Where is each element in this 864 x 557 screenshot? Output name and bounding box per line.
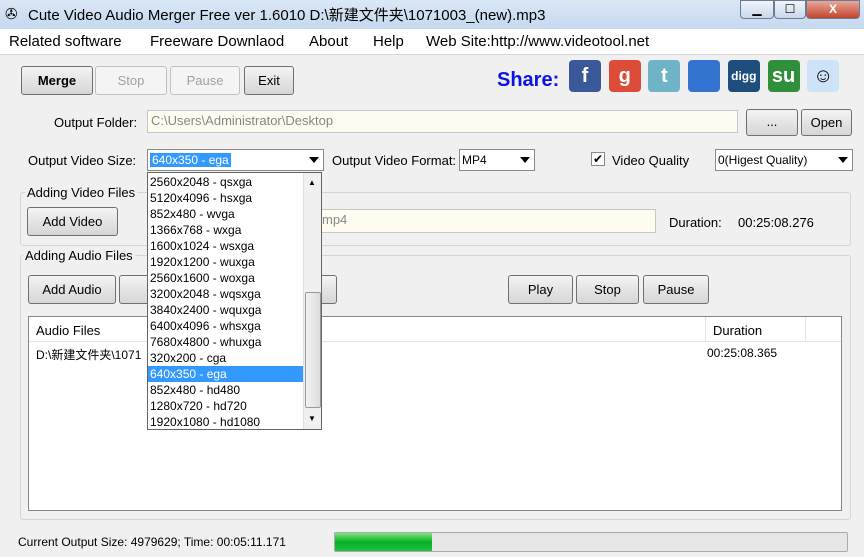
stop-button[interactable]: Stop [95, 66, 167, 95]
window-title: Cute Video Audio Merger Free ver 1.6010 … [28, 7, 546, 24]
merge-button[interactable]: Merge [21, 66, 93, 95]
output-size-select[interactable]: 640x350 - ega [147, 149, 324, 171]
dropdown-option[interactable]: 5120x4096 - hsxga [148, 190, 303, 206]
dropdown-option[interactable]: 852x480 - wvga [148, 206, 303, 222]
digg-icon[interactable]: digg [727, 60, 760, 92]
dropdown-option[interactable]: 640x350 - ega [148, 366, 303, 382]
dropdown-option[interactable]: 7680x4800 - whuxga [148, 334, 303, 350]
dropdown-option[interactable]: 1600x1024 - wsxga [148, 238, 303, 254]
reddit-icon[interactable]: ☺ [807, 60, 840, 92]
add-video-button[interactable]: Add Video [27, 207, 118, 236]
title-bar: ✇ Cute Video Audio Merger Free ver 1.601… [0, 0, 864, 29]
video-duration-value: 00:25:08.276 [738, 215, 814, 230]
dropdown-option[interactable]: 2560x1600 - woxga [148, 270, 303, 286]
pause-button[interactable]: Pause [170, 66, 240, 95]
scrollbar-thumb[interactable] [305, 292, 321, 408]
scroll-down-icon[interactable]: ▼ [308, 414, 316, 423]
output-format-label: Output Video Format: [332, 153, 457, 168]
status-text: Current Output Size: 4979629; Time: 00:0… [18, 535, 286, 549]
dropdown-option[interactable]: 320x200 - cga [148, 350, 303, 366]
twitter-icon[interactable]: t [648, 60, 681, 92]
output-format-select[interactable]: MP4 [459, 149, 535, 171]
output-folder-label: Output Folder: [54, 115, 138, 130]
dropdown-option[interactable]: 1920x1080 - hd1080 [148, 414, 303, 430]
dropdown-option[interactable]: 3200x2048 - wqsxga [148, 286, 303, 302]
stumbleupon-icon[interactable]: su [767, 60, 800, 92]
column-divider[interactable] [705, 317, 706, 342]
maximize-button[interactable]: ☐ [774, 0, 806, 19]
audio-file-name: D:\新建文件夹\1071 [36, 348, 142, 362]
chevron-down-icon [520, 157, 530, 163]
close-button[interactable]: X [806, 0, 860, 19]
video-files-group-label: Adding Video Files [25, 185, 138, 200]
chevron-down-icon [838, 157, 848, 163]
column-header-duration[interactable]: Duration [713, 323, 762, 338]
menu-related-software[interactable]: Related software [9, 33, 122, 50]
scroll-up-icon[interactable]: ▲ [308, 178, 316, 187]
audio-pause-button[interactable]: Pause [643, 275, 709, 304]
dropdown-option[interactable]: 2560x2048 - qsxga [148, 174, 303, 190]
output-folder-input[interactable]: C:\Users\Administrator\Desktop [147, 110, 738, 133]
output-size-dropdown-list[interactable]: 2560x2048 - qsxga 5120x4096 - hsxga 852x48… [147, 172, 322, 430]
menu-about[interactable]: About [309, 33, 348, 50]
share-label: Share: [497, 69, 560, 91]
menu-website[interactable]: Web Site:http://www.videotool.net [426, 33, 649, 50]
facebook-icon[interactable]: f [569, 60, 601, 92]
dropdown-option[interactable]: 1920x1200 - wuxga [148, 254, 303, 270]
column-header-audio-files[interactable]: Audio Files [36, 323, 100, 338]
open-button[interactable]: Open [801, 109, 852, 136]
menu-help[interactable]: Help [373, 33, 404, 50]
app-icon: ✇ [5, 6, 18, 23]
video-quality-checkbox[interactable]: ✔ [591, 152, 605, 166]
menu-bar: Related software Freeware Downlaod About… [0, 29, 864, 55]
menu-freeware-download[interactable]: Freeware Downlaod [150, 33, 284, 50]
google-icon[interactable]: g [608, 60, 641, 92]
output-format-value: MP4 [462, 153, 487, 167]
minimize-button[interactable]: ▁ [740, 0, 774, 19]
audio-stop-button[interactable]: Stop [576, 275, 639, 304]
audio-file-duration: 00:25:08.365 [707, 346, 778, 360]
play-button[interactable]: Play [508, 275, 573, 304]
delicious-icon[interactable] [688, 60, 721, 92]
dropdown-option[interactable]: 852x480 - hd480 [148, 382, 303, 398]
dropdown-option[interactable]: 6400x4096 - whsxga [148, 318, 303, 334]
video-duration-label: Duration: [669, 215, 722, 230]
dropdown-option[interactable]: 3840x2400 - wquxga [148, 302, 303, 318]
video-file-input[interactable]: mp4 [300, 209, 656, 233]
video-quality-value: 0(Higest Quality) [718, 153, 808, 167]
video-quality-select[interactable]: 0(Higest Quality) [715, 149, 853, 171]
column-divider[interactable] [805, 317, 806, 342]
dropdown-scrollbar[interactable]: ▲ ▼ [303, 173, 321, 429]
audio-files-group-label: Adding Audio Files [23, 248, 135, 263]
dropdown-option[interactable]: 1280x720 - hd720 [148, 398, 303, 414]
browse-button[interactable]: ... [746, 109, 798, 136]
dropdown-option[interactable]: 1366x768 - wxga [148, 222, 303, 238]
exit-button[interactable]: Exit [244, 66, 294, 95]
add-audio-button[interactable]: Add Audio [28, 275, 116, 304]
output-size-value: 640x350 - ega [150, 153, 231, 167]
chevron-down-icon [309, 157, 319, 163]
progress-fill [335, 533, 433, 551]
video-quality-label: Video Quality [612, 153, 690, 168]
output-size-label: Output Video Size: [28, 153, 137, 168]
progress-bar [334, 532, 848, 552]
